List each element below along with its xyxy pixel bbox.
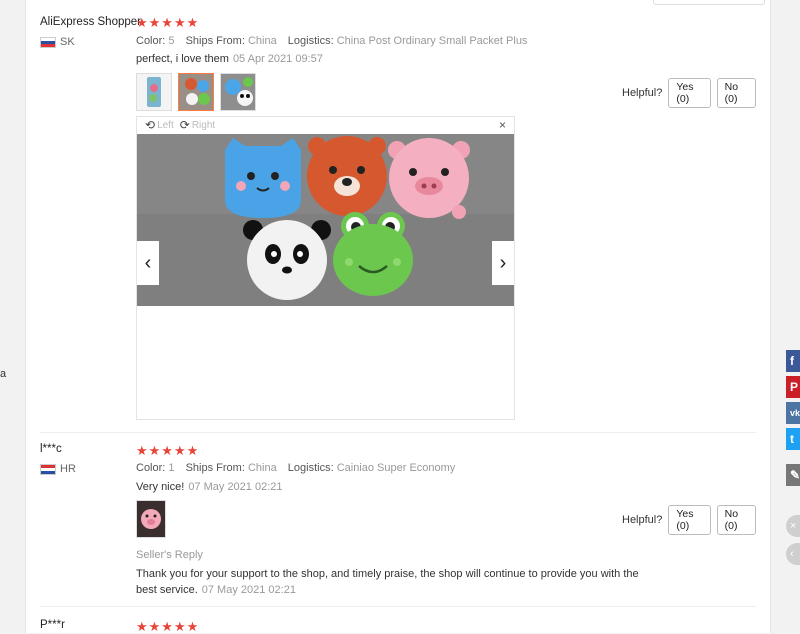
ships-from-label: Ships From: xyxy=(185,462,245,474)
star-rating: ★★★★★ xyxy=(136,443,200,458)
ships-from-label: Ships From: xyxy=(185,35,245,47)
logistics-value: China Post Ordinary Small Packet Plus xyxy=(336,35,528,47)
seller-reply-date: 07 May 2021 02:21 xyxy=(201,584,296,596)
review-divider xyxy=(40,432,756,433)
previous-image-button[interactable]: ‹ xyxy=(137,241,159,285)
next-image-button[interactable]: › xyxy=(492,241,514,285)
facebook-icon: f xyxy=(790,354,794,368)
helpful-label: Helpful? xyxy=(622,514,663,526)
color-label: Color: xyxy=(136,35,166,47)
reviewer-country: HR xyxy=(40,463,76,475)
review-text: perfect, i love them 05 Apr 2021 09:57 xyxy=(136,53,323,65)
logistics-label: Logistics: xyxy=(287,35,334,47)
edit-button[interactable]: ✎ xyxy=(786,464,800,486)
close-icon[interactable]: × xyxy=(499,118,506,132)
chevron-left-icon: ‹ xyxy=(144,251,152,274)
reviewer-name: l***c xyxy=(40,443,62,455)
review-photo-thumbnail[interactable] xyxy=(136,73,172,111)
reviews-panel: AliExpress Shopper SK ★★★★★ Color: 5 Shi… xyxy=(25,0,771,633)
order-meta: Color: 1 Ships From: China Logistics: Ca… xyxy=(136,462,455,474)
helpful-no-button[interactable]: No (0) xyxy=(716,505,756,535)
review-body: Very nice! xyxy=(136,481,185,493)
share-bar: f P vk t ✎ xyxy=(786,350,800,486)
close-icon: × xyxy=(790,520,797,532)
seller-reply-text: Thank you for your support to the shop, … xyxy=(136,566,646,598)
review-date: 05 Apr 2021 09:57 xyxy=(232,53,323,65)
chevron-right-icon: › xyxy=(499,251,507,274)
rotate-left-label: Left xyxy=(157,119,174,131)
rotate-right-icon: ⟳ xyxy=(179,118,190,132)
review-photos xyxy=(136,500,166,538)
twitter-icon: t xyxy=(790,432,794,446)
review-photos xyxy=(136,73,256,111)
collapse-share-button[interactable]: ‹ xyxy=(786,543,800,565)
rotate-right-label: Right xyxy=(191,119,216,131)
ships-from-value: China xyxy=(247,35,277,47)
review-text: Very nice! 07 May 2021 02:21 xyxy=(136,481,283,493)
star-rating: ★★★★★ xyxy=(136,619,200,634)
reviewer-country: SK xyxy=(40,36,75,48)
reviewer-name: P***r xyxy=(40,619,65,631)
vk-share-button[interactable]: vk xyxy=(786,402,800,424)
country-code: HR xyxy=(60,463,76,475)
flag-icon xyxy=(40,36,56,48)
helpful-yes-button[interactable]: Yes (0) xyxy=(668,78,711,108)
country-code: SK xyxy=(60,36,75,48)
ships-from-value: China xyxy=(247,462,277,474)
image-viewer: ⟲ Left ⟳ Right × ‹ › xyxy=(136,116,515,420)
order-meta: Color: 5 Ships From: China Logistics: Ch… xyxy=(136,35,527,47)
vk-icon: vk xyxy=(790,408,800,418)
review-photo-thumbnail-selected[interactable] xyxy=(178,73,214,111)
twitter-share-button[interactable]: t xyxy=(786,428,800,450)
pinterest-icon: P xyxy=(790,380,799,394)
logistics-label: Logistics: xyxy=(287,462,334,474)
logistics-value: Cainiao Super Economy xyxy=(336,462,456,474)
rotate-right-button[interactable]: ⟳ Right xyxy=(180,118,215,132)
color-label: Color: xyxy=(136,462,166,474)
helpful-vote: Helpful? Yes (0) No (0) xyxy=(622,78,756,108)
page-edge-text: a xyxy=(0,368,7,380)
flag-icon xyxy=(40,463,56,475)
chevron-left-icon: ‹ xyxy=(790,548,794,560)
helpful-label: Helpful? xyxy=(622,87,663,99)
pinterest-share-button[interactable]: P xyxy=(786,376,800,398)
review-divider xyxy=(40,606,756,607)
color-value: 1 xyxy=(168,462,175,474)
rotate-left-icon: ⟲ xyxy=(145,118,156,132)
close-share-button[interactable]: × xyxy=(786,515,800,537)
color-value: 5 xyxy=(168,35,175,47)
star-rating: ★★★★★ xyxy=(136,15,200,30)
rotate-left-button[interactable]: ⟲ Left xyxy=(145,118,174,132)
helpful-yes-button[interactable]: Yes (0) xyxy=(668,505,711,535)
seller-reply-title: Seller's Reply xyxy=(136,549,203,561)
review-photo-thumbnail[interactable] xyxy=(136,500,166,538)
helpful-no-button[interactable]: No (0) xyxy=(716,78,756,108)
edit-icon: ✎ xyxy=(790,468,800,482)
review-body: perfect, i love them xyxy=(136,53,229,65)
helpful-vote: Helpful? Yes (0) No (0) xyxy=(622,505,756,535)
facebook-share-button[interactable]: f xyxy=(786,350,800,372)
reviewer-name: AliExpress Shopper xyxy=(40,16,141,28)
review-date: 07 May 2021 02:21 xyxy=(188,481,283,493)
top-control-stub xyxy=(653,0,765,5)
image-viewer-toolbar: ⟲ Left ⟳ Right × xyxy=(137,117,514,133)
review-photo-thumbnail[interactable] xyxy=(220,73,256,111)
review-photo-large: ‹ › xyxy=(137,134,514,306)
